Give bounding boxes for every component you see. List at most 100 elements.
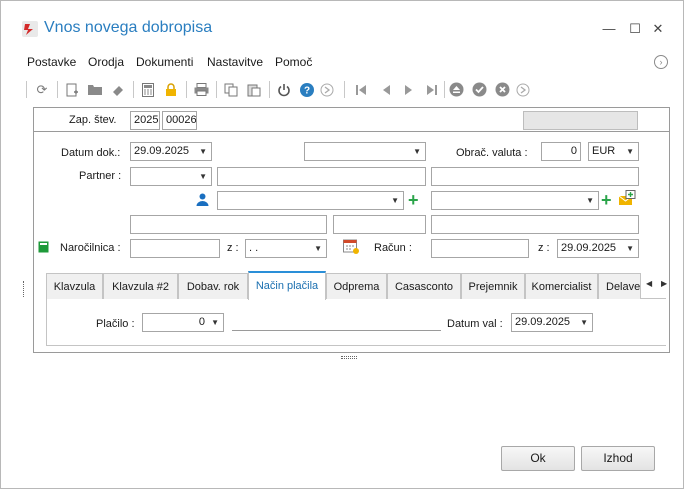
help-icon[interactable]: ? [297,80,317,100]
add-contact2-icon[interactable]: + [601,191,612,209]
copy-icon[interactable] [221,80,241,100]
narocilnica-date-value: . . [249,242,259,254]
calculator-icon[interactable] [138,80,158,100]
zap-year-field[interactable]: 2025 [130,111,160,130]
dialog-window: Vnos novega dobropisa — ☐ ✕ Postavke Oro… [0,0,684,489]
svg-text:?: ? [304,86,310,97]
splitter-grip[interactable] [23,281,26,297]
toolbar-separator [216,81,217,98]
placilo-description-line [232,330,441,331]
person-icon [196,193,209,206]
forward-circle-icon[interactable] [317,80,337,100]
document-type-select[interactable]: ▼ [304,142,426,161]
datum-dok-label: Datum dok.: [61,147,121,159]
lock-icon[interactable] [161,80,181,100]
datum-val-label: Datum val : [447,318,503,330]
tab-komercialist[interactable]: Komercialist [525,273,598,299]
status-field [523,111,638,130]
new-document-icon[interactable] [62,80,82,100]
partner-extra-field[interactable] [431,167,639,186]
narocilnica-field[interactable] [130,239,220,258]
contact2-select[interactable]: ▼ [431,191,599,210]
menu-dokumenti[interactable]: Dokumenti [136,55,193,69]
power-icon[interactable] [274,80,294,100]
confirm-icon[interactable] [469,80,489,100]
datum-val-picker[interactable]: 29.09.2025 ▼ [511,313,593,332]
valuta-label: Obrač. valuta : [456,147,528,159]
menu-options-icon[interactable]: › [654,55,668,69]
tab-odprema[interactable]: Odprema [326,273,387,299]
minimize-button[interactable]: — [599,19,619,39]
previous-record-icon[interactable] [376,80,396,100]
tab-scroll-left-icon[interactable]: ◀ [646,279,652,288]
zap-number-field[interactable]: 00026 [162,111,197,130]
zap-stevilka-label: Zap. štev. [69,114,117,126]
racun-date-picker[interactable]: 29.09.2025 ▼ [557,239,639,258]
tab-klavzula-2[interactable]: Klavzula #2 [103,273,178,299]
city-field[interactable] [431,215,639,234]
partner-name-field[interactable] [217,167,426,186]
tab-body-border [46,298,47,346]
address-field[interactable] [130,215,327,234]
tab-klavzula[interactable]: Klavzula [46,273,103,299]
open-folder-icon[interactable] [85,80,105,100]
racun-field[interactable] [431,239,529,258]
menu-orodja[interactable]: Orodja [88,55,124,69]
header-divider [33,131,670,132]
contact-select[interactable]: ▼ [217,191,404,210]
racun-date-value: 29.09.2025 [561,242,617,254]
currency-select[interactable]: EUR ▼ [588,142,639,161]
paste-icon[interactable] [244,80,264,100]
narocilnica-date-picker[interactable]: . . ▼ [245,239,327,258]
partner-code-select[interactable]: ▼ [130,167,212,186]
z2-label: z : [538,242,550,254]
forward-circle-icon[interactable] [513,80,533,100]
chevron-down-icon: ▼ [199,172,207,181]
add-contact-icon[interactable]: + [408,191,419,209]
mail-add-icon[interactable] [618,190,636,207]
eraser-icon[interactable] [108,80,128,100]
chevron-down-icon: ▼ [199,147,207,156]
tab-casasconto[interactable]: Casasconto [387,273,461,299]
exit-button[interactable]: Izhod [581,446,655,471]
tab-nacin-placila[interactable]: Način plačila [248,271,326,300]
menu-nastavitve[interactable]: Nastavitve [207,55,263,69]
calendar-icon[interactable] [343,238,359,254]
tab-dobav-rok[interactable]: Dobav. rok [178,273,248,299]
resize-grip[interactable] [341,356,357,359]
placilo-select[interactable]: 0 ▼ [142,313,224,332]
valuta-rate-field[interactable]: 0 [541,142,581,161]
next-record-icon[interactable] [399,80,419,100]
datum-val-value: 29.09.2025 [515,316,571,328]
cancel-icon[interactable] [492,80,512,100]
menu-pomoc[interactable]: Pomoč [275,55,312,69]
toolbar-separator [186,81,187,98]
chevron-down-icon: ▼ [211,318,219,327]
book-icon [38,241,49,253]
z-label: z : [227,242,239,254]
ok-button[interactable]: Ok [501,446,575,471]
refresh-icon[interactable]: ⟳ [32,80,52,100]
maximize-button[interactable]: ☐ [625,19,645,39]
tab-scroll-right-icon[interactable]: ▶ [661,279,667,288]
toolbar-separator [133,81,134,98]
eject-icon[interactable] [446,80,466,100]
chevron-down-icon: ▼ [626,147,634,156]
menu-postavke[interactable]: Postavke [27,55,76,69]
postal-field[interactable] [333,215,426,234]
last-record-icon[interactable] [422,80,442,100]
chevron-down-icon: ▼ [626,244,634,253]
close-button[interactable]: ✕ [648,19,668,39]
print-icon[interactable] [191,80,211,100]
first-record-icon[interactable] [351,80,371,100]
tab-delavec[interactable]: Delave [598,273,641,299]
racun-label: Račun : [374,242,412,254]
app-logo-icon [22,21,38,37]
tab-prejemnik[interactable]: Prejemnik [461,273,525,299]
placilo-value: 0 [198,316,205,328]
datum-dok-picker[interactable]: 29.09.2025 ▼ [130,142,212,161]
window-title: Vnos novega dobropisa [44,19,213,36]
toolbar-separator [269,81,270,98]
chevron-down-icon: ▼ [391,196,399,205]
narocilnica-label: Naročilnica : [60,242,121,254]
